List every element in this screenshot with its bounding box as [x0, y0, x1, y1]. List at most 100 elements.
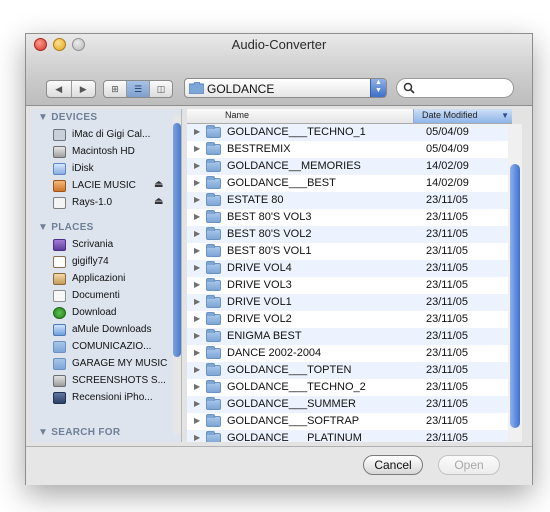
sidebar-item-idisk[interactable]: iDisk [53, 162, 173, 178]
list-row[interactable]: ▶ DANCE 2002-2004 23/11/05 [187, 345, 512, 362]
folder-icon [206, 278, 221, 291]
icon-view-button[interactable]: ⊞ [104, 81, 127, 97]
sidebar-item-rays[interactable]: Rays-1.0 ⏏ [53, 196, 173, 212]
cancel-button[interactable]: Cancel [363, 455, 423, 475]
folder-icon [206, 244, 221, 257]
list-row[interactable]: ▶ DRIVE VOL4 23/11/05 [187, 260, 512, 277]
disclosure-triangle-icon[interactable]: ▶ [194, 331, 200, 340]
file-name: BEST 80'S VOL1 [227, 245, 312, 257]
file-name: ENIGMA BEST [227, 330, 302, 342]
list-view-button[interactable]: ☰ [127, 81, 150, 97]
disclosure-triangle-icon[interactable]: ▶ [194, 127, 200, 136]
list-row[interactable]: ▶ GOLDANCE__MEMORIES 14/02/09 [187, 158, 512, 175]
folder-icon [206, 159, 221, 172]
list-row[interactable]: ▶ GOLDANCE___TECHNO_1 05/04/09 [187, 124, 512, 141]
location-popup[interactable]: GOLDANCE ▲ ▼ [184, 78, 387, 98]
sidebar-item-applicazioni[interactable]: Applicazioni [53, 272, 173, 288]
name-column-header[interactable]: Name [225, 110, 249, 120]
folder-icon [206, 414, 221, 427]
sidebar-scrollbar[interactable] [173, 115, 181, 435]
sidebar-item-garage-my-music[interactable]: GARAGE MY MUSIC [53, 357, 173, 373]
date-modified: 23/11/05 [426, 279, 469, 291]
file-name: DRIVE VOL4 [227, 262, 292, 274]
disclosure-triangle-icon[interactable]: ▶ [194, 161, 200, 170]
sidebar-item-amule-downloads[interactable]: aMule Downloads [53, 323, 173, 339]
disclosure-triangle-icon[interactable]: ▶ [194, 280, 200, 289]
date-modified-column-header[interactable]: Date Modified ▼ [413, 109, 512, 123]
app-icon [53, 392, 66, 404]
sidebar-item-imac[interactable]: iMac di Gigi Cal... [53, 128, 173, 144]
file-name: BESTREMIX [227, 143, 291, 155]
sidebar-item-download[interactable]: Download [53, 306, 173, 322]
home-icon [53, 256, 66, 268]
disclosure-triangle-icon[interactable]: ▶ [194, 229, 200, 238]
back-button[interactable]: ◀ [47, 81, 72, 97]
sidebar-item-recensioni[interactable]: Recensioni iPho... [53, 391, 173, 407]
sidebar-item-lacie-music[interactable]: LACIE MUSIC ⏏ [53, 179, 173, 195]
open-button[interactable]: Open [438, 455, 500, 475]
date-modified: 14/02/09 [426, 160, 469, 172]
list-scroll-thumb[interactable] [510, 164, 520, 428]
disclosure-triangle-icon[interactable]: ▶ [194, 314, 200, 323]
sidebar-item-macintosh-hd[interactable]: Macintosh HD [53, 145, 173, 161]
sidebar-item-home[interactable]: gigifly74 [53, 255, 173, 271]
list-row[interactable]: ▶ DRIVE VOL2 23/11/05 [187, 311, 512, 328]
list-row[interactable]: ▶ BESTREMIX 05/04/09 [187, 141, 512, 158]
date-modified: 05/04/09 [426, 143, 469, 155]
download-icon [53, 307, 66, 319]
disclosure-triangle-icon[interactable]: ▶ [194, 348, 200, 357]
list-row[interactable]: ▶ ENIGMA BEST 23/11/05 [187, 328, 512, 345]
disclosure-triangle-icon[interactable]: ▶ [194, 399, 200, 408]
file-name: ESTATE 80 [227, 194, 284, 206]
places-section-header[interactable]: ▼ PLACES [38, 222, 94, 233]
eject-icon[interactable]: ⏏ [154, 196, 163, 207]
list-row[interactable]: ▶ BEST 80'S VOL3 23/11/05 [187, 209, 512, 226]
forward-arrow-icon: ▶ [79, 83, 87, 94]
column-view-button[interactable]: ◫ [150, 81, 172, 97]
date-modified: 23/11/05 [426, 262, 469, 274]
date-modified: 23/11/05 [426, 347, 469, 359]
location-label: GOLDANCE [207, 82, 275, 96]
list-scrollbar[interactable] [508, 124, 522, 442]
disclosure-triangle-icon[interactable]: ▶ [194, 263, 200, 272]
list-row[interactable]: ▶ BEST 80'S VOL1 23/11/05 [187, 243, 512, 260]
disclosure-triangle-icon[interactable]: ▶ [194, 297, 200, 306]
list-row[interactable]: ▶ GOLDANCE___SOFTRAP 23/11/05 [187, 413, 512, 430]
disclosure-triangle-icon[interactable]: ▶ [194, 382, 200, 391]
disclosure-triangle-icon[interactable]: ▶ [194, 178, 200, 187]
folder-icon [206, 142, 221, 155]
forward-button[interactable]: ▶ [72, 81, 96, 97]
list-row[interactable]: ▶ BEST 80'S VOL2 23/11/05 [187, 226, 512, 243]
list-row[interactable]: ▶ GOLDANCE___SUMMER 23/11/05 [187, 396, 512, 413]
date-modified: 23/11/05 [426, 228, 469, 240]
disclosure-triangle-icon[interactable]: ▶ [194, 195, 200, 204]
sidebar-item-documenti[interactable]: Documenti [53, 289, 173, 305]
disclosure-triangle-icon[interactable]: ▶ [194, 365, 200, 374]
devices-section-header[interactable]: ▼ DEVICES [38, 112, 97, 123]
disclosure-triangle-icon[interactable]: ▶ [194, 246, 200, 255]
screenshot-icon [53, 375, 66, 387]
list-row[interactable]: ▶ GOLDANCE___BEST 14/02/09 [187, 175, 512, 192]
sidebar-item-screenshots[interactable]: SCREENSHOTS S... [53, 374, 173, 390]
folder-icon [206, 329, 221, 342]
list-row[interactable]: ▶ GOLDANCE___TECHNO_2 23/11/05 [187, 379, 512, 396]
list-row[interactable]: ▶ DRIVE VOL1 23/11/05 [187, 294, 512, 311]
list-row[interactable]: ▶ GOLDANCE___PLATINUM 23/11/05 [187, 430, 512, 442]
date-modified: 23/11/05 [426, 364, 469, 376]
list-row[interactable]: ▶ DRIVE VOL3 23/11/05 [187, 277, 512, 294]
search-for-section-header[interactable]: ▼ SEARCH FOR [38, 427, 120, 438]
search-field[interactable] [396, 78, 514, 98]
disclosure-triangle-icon[interactable]: ▶ [194, 433, 200, 442]
file-name: GOLDANCE___SOFTRAP [227, 415, 360, 427]
disclosure-triangle-icon[interactable]: ▶ [194, 144, 200, 153]
eject-icon[interactable]: ⏏ [154, 179, 163, 190]
sidebar-scroll-thumb[interactable] [173, 123, 181, 357]
date-modified: 23/11/05 [426, 211, 469, 223]
disclosure-triangle-icon: ▼ [38, 222, 52, 233]
list-row[interactable]: ▶ GOLDANCE___TOPTEN 23/11/05 [187, 362, 512, 379]
disclosure-triangle-icon[interactable]: ▶ [194, 212, 200, 221]
disclosure-triangle-icon[interactable]: ▶ [194, 416, 200, 425]
sidebar-item-comunicazioni[interactable]: COMUNICAZIO... [53, 340, 173, 356]
sidebar-item-scrivania[interactable]: Scrivania [53, 238, 173, 254]
list-row[interactable]: ▶ ESTATE 80 23/11/05 [187, 192, 512, 209]
